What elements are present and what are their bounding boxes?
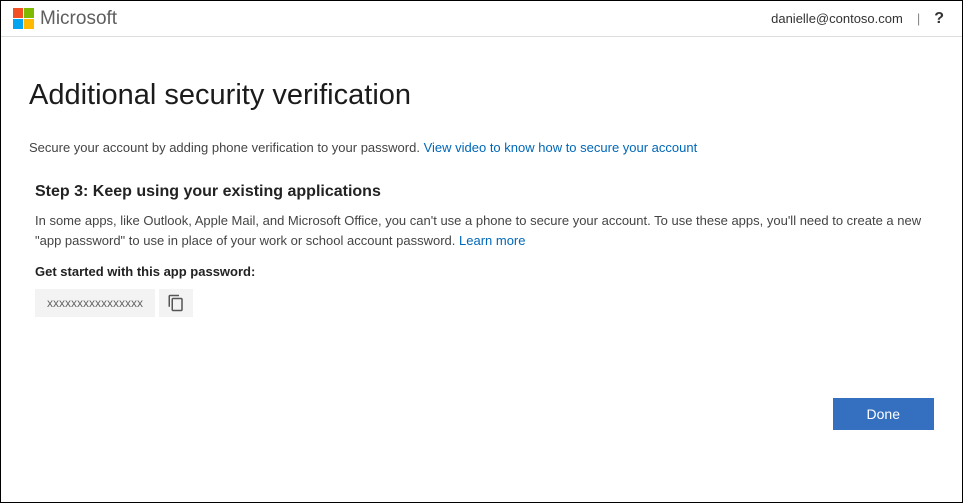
app-password-value: xxxxxxxxxxxxxxxx [35, 289, 155, 317]
subtitle-text: Secure your account by adding phone veri… [29, 140, 424, 155]
microsoft-logo-icon [13, 8, 34, 29]
video-link[interactable]: View video to know how to secure your ac… [424, 140, 698, 155]
page-subtitle: Secure your account by adding phone veri… [29, 140, 934, 155]
header-right: danielle@contoso.com | ? [771, 10, 944, 28]
learn-more-link[interactable]: Learn more [459, 233, 525, 248]
header-bar: Microsoft danielle@contoso.com | ? [1, 1, 962, 37]
copy-icon [167, 294, 185, 312]
done-button[interactable]: Done [833, 398, 934, 430]
app-password-row: xxxxxxxxxxxxxxxx [35, 289, 934, 317]
copy-password-button[interactable] [159, 289, 193, 317]
get-started-label: Get started with this app password: [35, 264, 934, 279]
help-icon[interactable]: ? [934, 10, 944, 28]
page-title: Additional security verification [29, 79, 934, 112]
step-section: Step 3: Keep using your existing applica… [29, 183, 934, 317]
brand: Microsoft [13, 8, 117, 30]
user-email: danielle@contoso.com [771, 11, 903, 26]
step-title: Step 3: Keep using your existing applica… [35, 183, 934, 201]
brand-text: Microsoft [40, 8, 117, 30]
header-divider: | [917, 11, 920, 26]
main-content: Additional security verification Secure … [1, 37, 962, 317]
step-body: In some apps, like Outlook, Apple Mail, … [35, 211, 934, 250]
